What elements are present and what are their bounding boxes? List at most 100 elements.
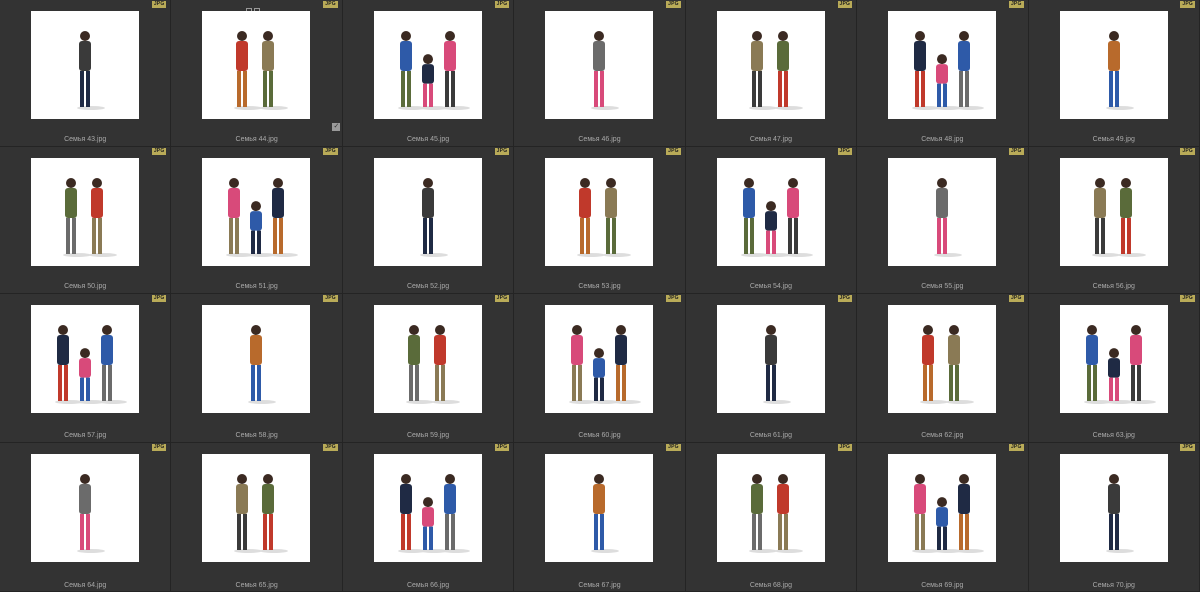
thumbnail-image[interactable]: [888, 454, 997, 562]
file-name-label: Семья 58.jpg: [235, 432, 278, 439]
thumbnail-image[interactable]: [373, 158, 482, 266]
file-type-badge: JPG: [1180, 148, 1195, 155]
file-type-badge: JPG: [1008, 295, 1024, 302]
thumbnail-cell[interactable]: JPG Семья 57.jpg: [0, 294, 172, 443]
people-photo: [934, 178, 963, 257]
thumbnail-image[interactable]: [202, 158, 311, 266]
people-photo: [397, 474, 470, 553]
file-type-badge: JPG: [837, 295, 853, 302]
thumbnail-cell[interactable]: JPG Семья 66.jpg: [342, 443, 515, 592]
thumbnail-cell[interactable]: JPG Семья 56.jpg: [1028, 147, 1200, 294]
thumbnail-image[interactable]: [202, 454, 311, 562]
file-name-label: Семья 68.jpg: [749, 582, 793, 589]
thumbnail-cell[interactable]: JPG Семья 67.jpg: [514, 443, 686, 592]
thumbnail-cell[interactable]: JPG Семья 52.jpg: [342, 147, 515, 294]
thumbnail-image[interactable]: [1059, 454, 1168, 562]
thumbnail-cell[interactable]: JPG Семья 70.jpg: [1028, 443, 1200, 592]
thumbnail-image[interactable]: [373, 11, 482, 119]
thumbnail-cell[interactable]: JPG Семья 61.jpg: [685, 294, 858, 443]
thumbnail-image[interactable]: [888, 11, 997, 119]
people-photo: [1091, 178, 1146, 257]
file-name-label: Семья 56.jpg: [1092, 283, 1135, 290]
file-name-label: Семья 54.jpg: [749, 283, 793, 290]
file-name-label: Семья 62.jpg: [921, 432, 964, 439]
thumbnail-image[interactable]: [888, 305, 997, 413]
file-type-badge: JPG: [323, 444, 338, 451]
file-name-label: Семья 53.jpg: [578, 283, 621, 290]
thumbnail-image[interactable]: [545, 11, 654, 119]
file-name-label: Семья 48.jpg: [921, 136, 964, 143]
thumbnail-cell[interactable]: JPG Семья 46.jpg: [514, 0, 686, 147]
thumbnail-cell[interactable]: JPG Семья 60.jpg: [514, 294, 686, 443]
thumbnail-cell[interactable]: JPG Семья 59.jpg: [342, 294, 515, 443]
thumbnail-image[interactable]: [1059, 11, 1168, 119]
thumbnail-image[interactable]: [202, 305, 311, 413]
people-photo: [912, 31, 985, 110]
file-name-label: Семья 63.jpg: [1092, 432, 1135, 439]
file-name-label: Семья 67.jpg: [578, 582, 621, 589]
file-type-badge: JPG: [151, 1, 167, 8]
file-type-badge: JPG: [151, 148, 167, 155]
file-type-badge: JPG: [837, 1, 853, 8]
file-type-badge: JPG: [494, 1, 510, 8]
file-type-badge: JPG: [1180, 444, 1195, 451]
file-type-badge: JPG: [323, 148, 338, 155]
thumbnail-image[interactable]: [716, 305, 825, 413]
file-type-badge: JPG: [1008, 444, 1024, 451]
thumbnail-cell[interactable]: JPG Семья 55.jpg: [857, 147, 1029, 294]
file-type-badge: JPG: [323, 295, 338, 302]
file-name-label: Семья 64.jpg: [64, 582, 107, 589]
people-photo: [920, 325, 975, 404]
thumbnail-cell[interactable]: JPG Семья 48.jpg: [857, 0, 1029, 147]
thumbnail-image[interactable]: [888, 158, 997, 266]
thumbnail-image[interactable]: [545, 158, 654, 266]
file-type-badge: JPG: [1180, 295, 1195, 302]
people-photo: [63, 178, 117, 257]
file-name-label: Семья 55.jpg: [921, 283, 964, 290]
thumbnail-cell[interactable]: JPG Семья 45.jpg: [342, 0, 515, 147]
thumbnail-cell[interactable]: JPG Семья 51.jpg: [171, 147, 343, 294]
file-type-badge: JPG: [494, 148, 510, 155]
thumbnail-cell[interactable]: JPG Семья 54.jpg: [685, 147, 858, 294]
check-icon[interactable]: ✓: [332, 123, 341, 131]
thumbnail-image[interactable]: [1059, 305, 1168, 413]
thumbnail-cell[interactable]: JPG Семья 68.jpg: [685, 443, 858, 592]
thumbnail-image[interactable]: [202, 11, 311, 119]
file-type-badge: JPG: [666, 148, 681, 155]
file-name-label: Семья 49.jpg: [1092, 136, 1135, 143]
thumbnail-image[interactable]: [373, 305, 482, 413]
thumbnail-cell[interactable]: JPG Семья 53.jpg: [514, 147, 686, 294]
people-photo: [419, 178, 448, 257]
file-name-label: Семья 46.jpg: [578, 136, 621, 143]
people-photo: [748, 474, 803, 553]
file-name-label: Семья 70.jpg: [1092, 582, 1135, 589]
thumbnail-cell[interactable]: JPG Семья 47.jpg: [685, 0, 858, 147]
thumbnail-cell[interactable]: JPG Семья 50.jpg: [0, 147, 172, 294]
people-photo: [1083, 325, 1156, 404]
file-type-badge: JPG: [1180, 1, 1195, 8]
people-photo: [577, 178, 632, 257]
thumbnail-image[interactable]: [31, 11, 139, 119]
thumbnail-image[interactable]: [31, 305, 139, 413]
thumbnail-cell[interactable]: JPG Семья 65.jpg: [171, 443, 343, 592]
thumbnail-image[interactable]: [373, 454, 482, 562]
thumbnail-cell[interactable]: JPG Семья 63.jpg: [1028, 294, 1200, 443]
thumbnail-image[interactable]: [31, 158, 139, 266]
thumbnail-cell[interactable]: JPG Семья 49.jpg: [1028, 0, 1200, 147]
file-type-badge: JPG: [1008, 1, 1024, 8]
thumbnail-cell[interactable]: JPG Семья 69.jpg: [857, 443, 1029, 592]
thumbnail-image[interactable]: [716, 11, 825, 119]
thumbnail-cell[interactable]: JPG Семья 43.jpg: [0, 0, 172, 147]
people-photo: [912, 474, 985, 553]
thumbnail-cell[interactable]: JPG Семья 58.jpg: [171, 294, 343, 443]
thumbnail-image[interactable]: [716, 454, 825, 562]
thumbnail-image[interactable]: [31, 454, 139, 562]
thumbnail-cell[interactable]: JPG Семья 62.jpg: [857, 294, 1029, 443]
thumbnail-image[interactable]: [1059, 158, 1168, 266]
thumbnail-image[interactable]: [545, 454, 654, 562]
thumbnail-image[interactable]: [545, 305, 654, 413]
file-name-label: Семья 47.jpg: [749, 136, 793, 143]
thumbnail-cell[interactable]: JPG ✓ Семья 44.jpg: [171, 0, 343, 147]
thumbnail-image[interactable]: [716, 158, 825, 266]
thumbnail-cell[interactable]: JPG Семья 64.jpg: [0, 443, 172, 592]
